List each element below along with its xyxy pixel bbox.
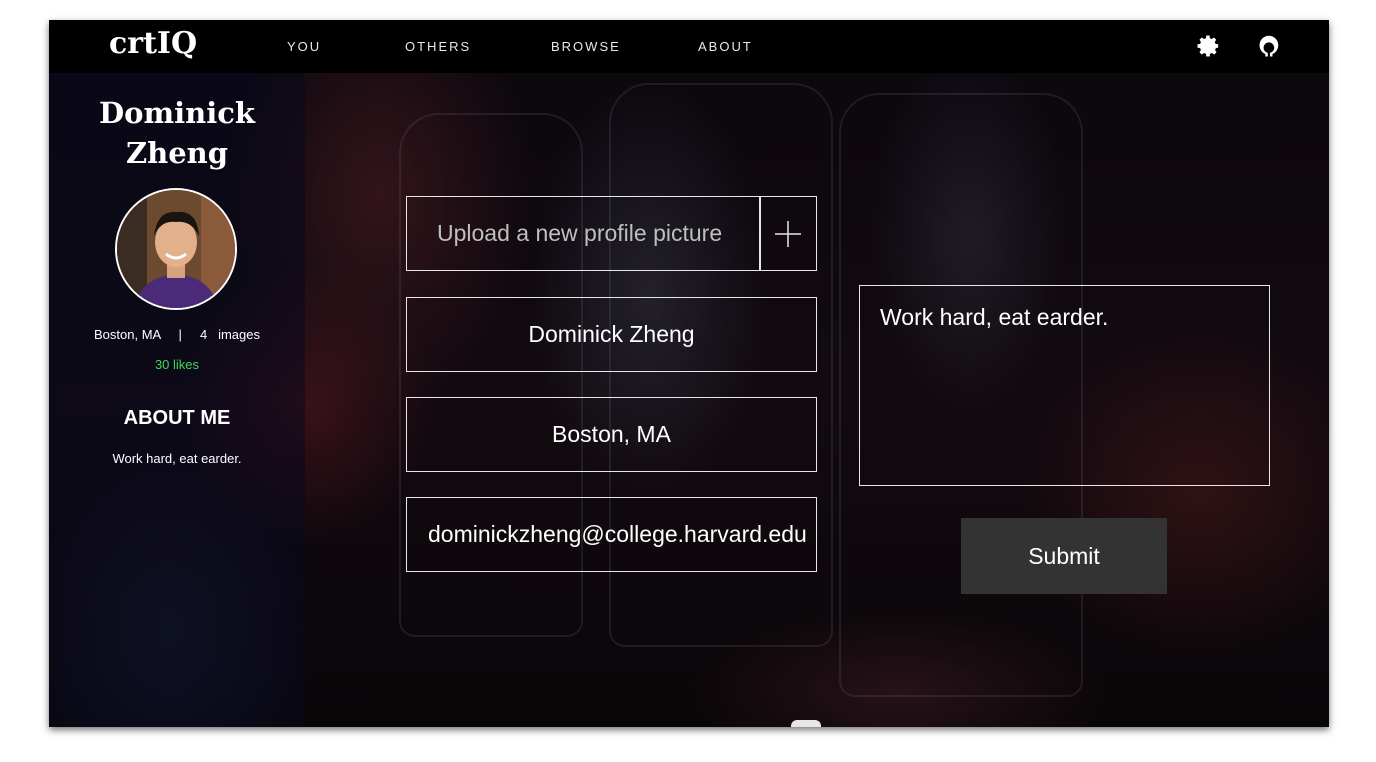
upload-picture-field[interactable]: Upload a new profile picture [406, 196, 761, 271]
location-field[interactable]: Boston, MA [406, 397, 817, 472]
scroll-indicator[interactable] [791, 720, 821, 727]
profile-location: Boston, MA [94, 327, 161, 342]
profile-name: Dominick Zheng [49, 93, 305, 173]
submit-button[interactable]: Submit [961, 518, 1167, 594]
email-value: dominickzheng@college.harvard.edu [428, 521, 807, 547]
name-value: Dominick Zheng [528, 321, 695, 347]
avatar-photo [117, 190, 235, 308]
images-count: 4 [200, 327, 208, 342]
about-me-text: Work hard, eat earder. [112, 451, 242, 466]
bio-value: Work hard, eat earder. [880, 304, 1109, 330]
top-navbar: crtIQ YOU OTHERS BROWSE ABOUT [49, 20, 1329, 73]
avatar [115, 188, 237, 310]
gear-icon[interactable] [1195, 33, 1221, 59]
app-window: crtIQ YOU OTHERS BROWSE ABOUT Dominick Z… [49, 20, 1329, 727]
nav-about[interactable]: ABOUT [698, 39, 753, 54]
upload-placeholder: Upload a new profile picture [437, 220, 723, 246]
meta-separator: | [178, 327, 182, 342]
profile-sidebar: Dominick Zheng Boston, MA | 4 images 30 … [49, 73, 305, 727]
bio-textarea[interactable]: Work hard, eat earder. [859, 285, 1270, 486]
location-value: Boston, MA [552, 421, 671, 447]
nav-you[interactable]: YOU [287, 39, 321, 54]
profile-last-name: Zheng [125, 136, 229, 170]
images-label: images [218, 327, 260, 342]
profile-first-name: Dominick [98, 96, 256, 130]
plus-icon [775, 220, 801, 247]
logo[interactable]: crtIQ [109, 26, 197, 61]
profile-meta: Boston, MA | 4 images [49, 327, 305, 342]
nav-browse[interactable]: BROWSE [551, 39, 621, 54]
email-field[interactable]: dominickzheng@college.harvard.edu [406, 497, 817, 572]
github-icon[interactable] [1256, 33, 1282, 59]
likes-count: 30 likes [154, 357, 200, 372]
nav-others[interactable]: OTHERS [405, 39, 471, 54]
upload-add-button[interactable] [759, 196, 817, 271]
name-field[interactable]: Dominick Zheng [406, 297, 817, 372]
about-me-heading: ABOUT ME [123, 407, 231, 429]
